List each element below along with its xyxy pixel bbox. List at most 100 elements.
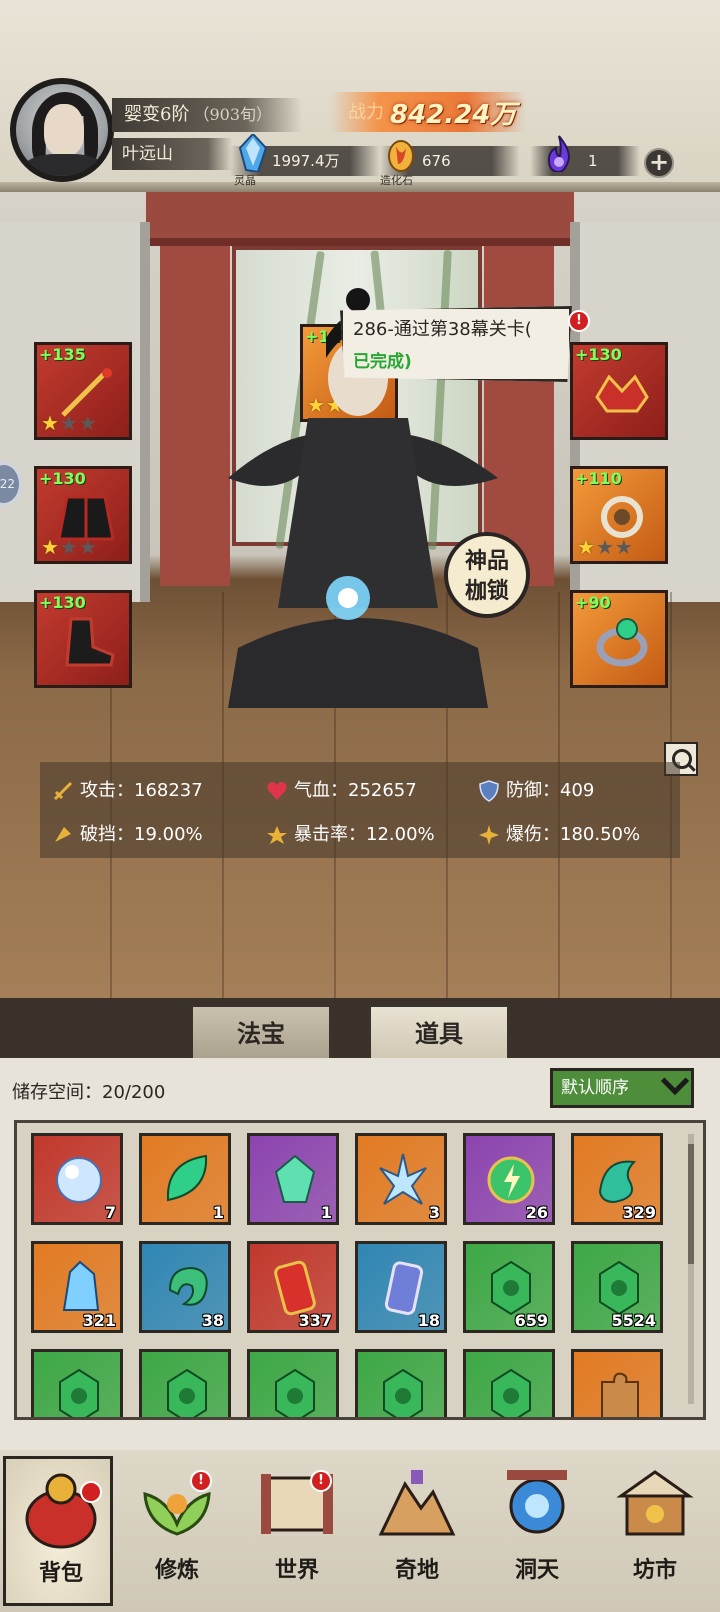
nav-mountain[interactable]: 奇地	[362, 1456, 472, 1606]
equip-slot-ring[interactable]: +90	[570, 590, 668, 688]
sword-icon	[53, 781, 73, 801]
inventory-item[interactable]	[571, 1349, 663, 1417]
nav-portal[interactable]: 洞天	[482, 1456, 592, 1606]
inventory-scrollbar[interactable]	[688, 1134, 694, 1404]
equip-stars: ★★★	[41, 411, 98, 435]
sort-dropdown[interactable]: 默认顺序	[550, 1066, 694, 1108]
notification-dot	[80, 1481, 102, 1503]
inventory-item[interactable]: 321	[31, 1241, 123, 1333]
nav-bag[interactable]: 背包	[3, 1456, 113, 1606]
realm-age: （903旬）	[193, 105, 272, 124]
pierce-icon	[55, 827, 71, 842]
nav-label: 修炼	[154, 1557, 199, 1583]
item-count: 7	[104, 1203, 116, 1222]
jade-swirl-icon	[598, 1160, 637, 1204]
quest-status: 已完成)	[353, 352, 412, 372]
resource-value: 1	[588, 152, 598, 170]
equip-bonus: +135	[39, 345, 86, 364]
equip-slot-weapon[interactable]: +135 ★★★	[34, 342, 132, 440]
inventory-item[interactable]: 1	[139, 1133, 231, 1225]
stat-value: 409	[560, 780, 595, 801]
stat-label: 防御：	[506, 780, 560, 801]
equip-bonus: +130	[39, 469, 86, 488]
inventory-item[interactable]	[355, 1349, 447, 1417]
green-rune-icon	[491, 1260, 531, 1316]
thunder-orb-icon	[487, 1156, 535, 1204]
bag-icon	[25, 1473, 97, 1549]
inventory-item[interactable]: 1	[247, 1133, 339, 1225]
notification-dot: !	[568, 310, 590, 332]
item-count: 1	[212, 1203, 224, 1222]
green-rune-icon	[167, 1368, 207, 1417]
green-rune-icon	[275, 1368, 315, 1417]
inventory-item[interactable]	[247, 1349, 339, 1417]
nav-market[interactable]: 坊市	[600, 1456, 710, 1606]
inventory-item[interactable]: 329	[571, 1133, 663, 1225]
tab-items[interactable]: 道具	[368, 1004, 510, 1062]
inventory-item[interactable]: 26	[463, 1133, 555, 1225]
inventory-item[interactable]	[139, 1349, 231, 1417]
burst-icon	[479, 825, 499, 845]
inventory-item[interactable]: 38	[139, 1241, 231, 1333]
stat-crit-damage: 爆伤：180.50%	[478, 820, 640, 846]
add-resource-button[interactable]: +	[644, 148, 674, 178]
green-rune-icon	[599, 1260, 639, 1316]
green-rune-icon	[491, 1368, 531, 1417]
player-name: 叶远山	[112, 138, 232, 170]
stat-hp: 气血：252657	[266, 776, 417, 802]
shield-icon	[479, 780, 499, 802]
sort-label: 默认顺序	[561, 1078, 629, 1098]
equip-bonus: +90	[575, 593, 611, 612]
nav-label: 洞天	[514, 1557, 559, 1583]
stat-label: 攻击：	[80, 780, 134, 801]
inventory-item[interactable]: 337	[247, 1241, 339, 1333]
resource-spirit-crystal[interactable]: 灵晶 1997.4万	[230, 134, 380, 187]
tab-bar	[0, 998, 720, 1058]
inventory-item[interactable]: 18	[355, 1241, 447, 1333]
blue-crystal-icon	[62, 1260, 100, 1311]
inventory-item[interactable]: 5524	[571, 1241, 663, 1333]
equip-slot-boots[interactable]: +130	[34, 590, 132, 688]
storage-label: 储存空间：	[12, 1082, 102, 1103]
heart-icon	[267, 782, 287, 800]
inventory-item[interactable]: 659	[463, 1241, 555, 1333]
stat-label: 暴击率：	[294, 824, 366, 845]
resource-purple-flame[interactable]: 1	[530, 135, 640, 176]
item-count: 337	[298, 1311, 332, 1330]
nav-label: 坊市	[632, 1557, 677, 1583]
notification-dot: !	[190, 1470, 212, 1492]
crown-icon	[595, 374, 649, 413]
equip-bonus: +110	[575, 469, 622, 488]
tab-treasure[interactable]: 法宝	[190, 1004, 332, 1062]
scrollbar-thumb[interactable]	[688, 1144, 694, 1264]
item-count: 18	[417, 1311, 440, 1330]
player-avatar[interactable]	[10, 78, 114, 182]
stat-attack: 攻击：168237	[52, 776, 203, 802]
inventory-item[interactable]: 3	[355, 1133, 447, 1225]
stat-value: 19.00%	[134, 824, 203, 845]
stat-label: 破挡：	[80, 824, 134, 845]
equip-stars: ★★★	[577, 535, 634, 559]
inventory-item[interactable]: 7	[31, 1133, 123, 1225]
item-count: 659	[514, 1311, 548, 1330]
stat-crit: 暴击率：12.00%	[266, 820, 435, 846]
equip-slot-necklace[interactable]: +110 ★★★	[570, 466, 668, 564]
resource-creation-stone[interactable]: 造化石 676	[380, 140, 520, 187]
item-count: 26	[525, 1203, 548, 1222]
inventory-item[interactable]	[463, 1349, 555, 1417]
green-crystal-icon	[274, 1154, 316, 1203]
nav-lotus[interactable]: 修炼!	[122, 1456, 232, 1606]
equip-slot-crown[interactable]: +130	[570, 342, 668, 440]
pearl-icon	[56, 1157, 102, 1203]
quest-tooltip[interactable]: 286-通过第38幕关卡( 已完成)	[340, 306, 572, 382]
inventory-item[interactable]	[31, 1349, 123, 1417]
stat-pierce: 破挡：19.00%	[52, 820, 203, 846]
item-count: 5524	[611, 1311, 656, 1330]
stat-value: 180.50%	[560, 824, 641, 845]
nav-label: 背包	[38, 1560, 83, 1586]
divine-shackle-badge[interactable]: 神品枷锁	[444, 532, 530, 618]
resource-value: 1997.4万	[272, 152, 340, 170]
ring-icon	[596, 618, 648, 667]
nav-scroll-map[interactable]: 世界!	[242, 1456, 352, 1606]
equip-slot-armor[interactable]: +130 ★★★	[34, 466, 132, 564]
